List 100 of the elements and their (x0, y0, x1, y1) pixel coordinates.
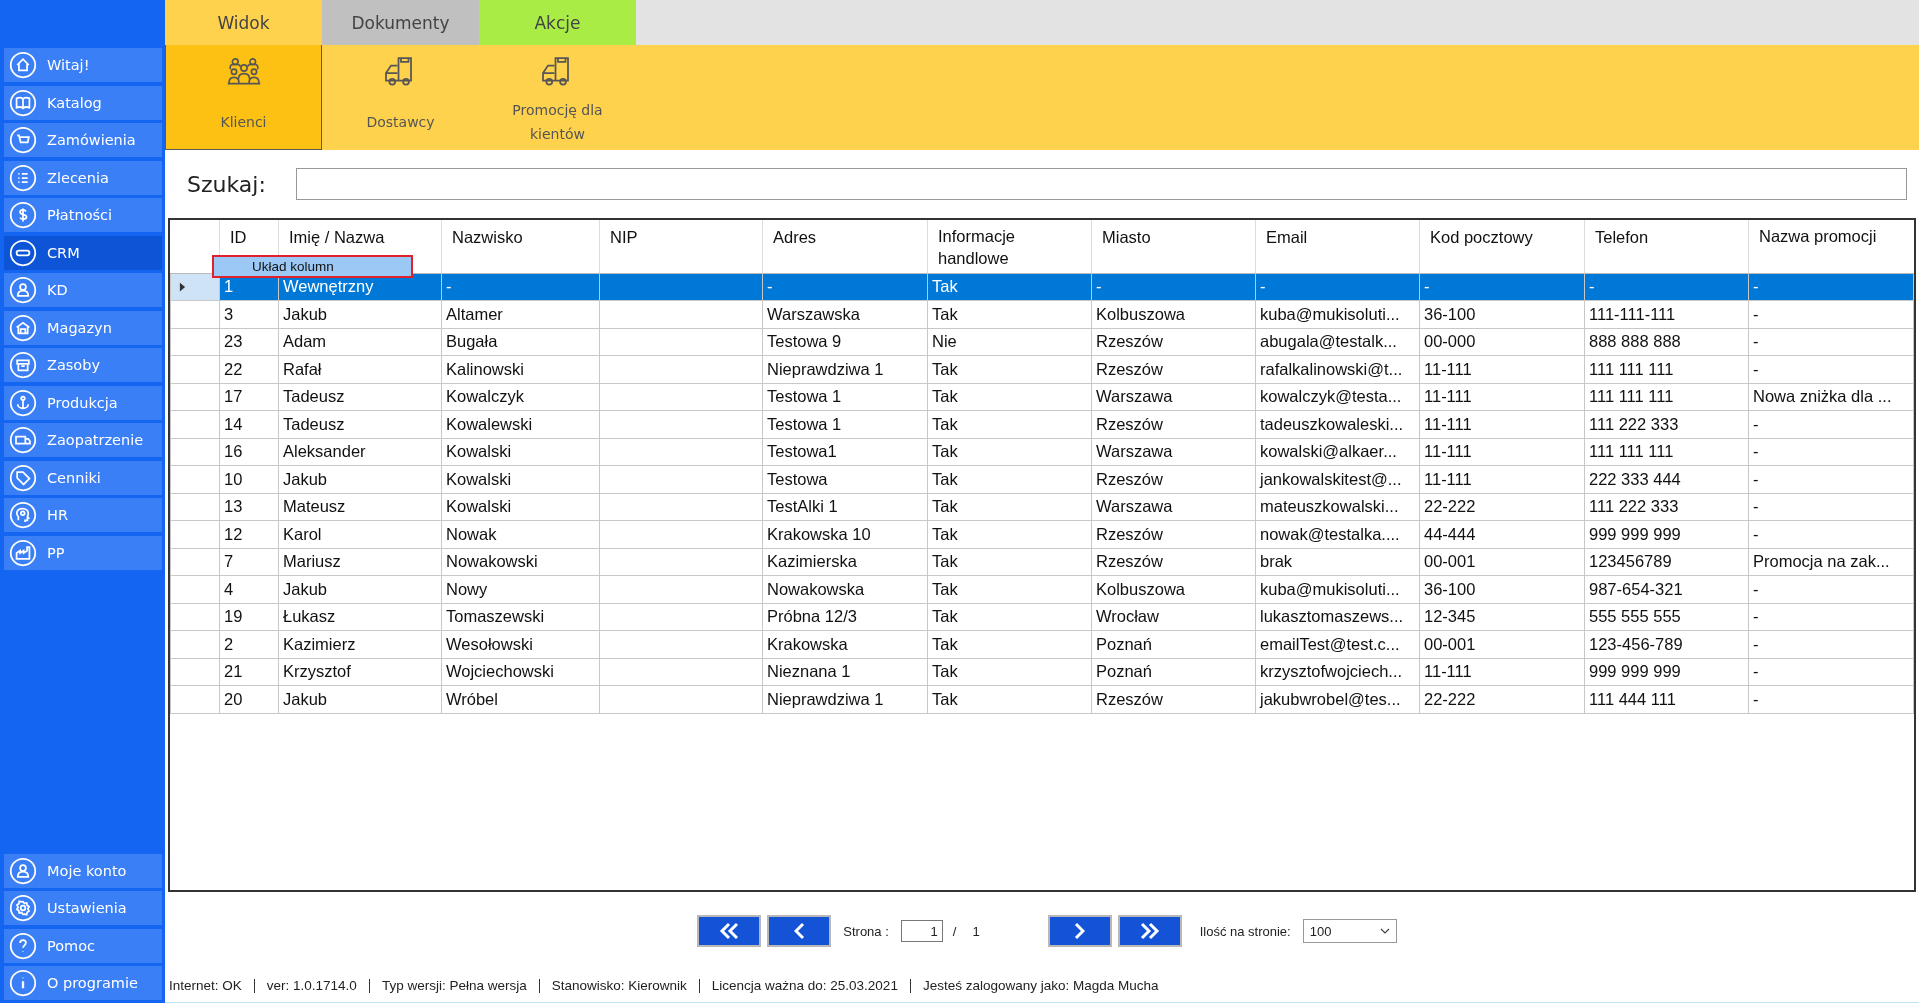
table-row[interactable]: 10 Jakub Kowalski Testowa Tak Rzeszów jankowalskitest@... 11-111 222 333 444 - (170, 465, 1914, 493)
sidebar-item[interactable]: KD (4, 273, 162, 307)
table-cell: 20 (219, 685, 279, 713)
table-cell: 21 (219, 658, 279, 686)
person-icon (9, 276, 37, 304)
table-row[interactable]: 20 Jakub Wróbel Nieprawdziwa 1 Tak Rzeszów jakubwrobel@tes... 22-222 111 444 111 - (170, 685, 1914, 713)
table-cell: TestAlki 1 (762, 493, 928, 521)
table-cell: - (1748, 300, 1914, 328)
column-header[interactable]: NIP (599, 220, 763, 273)
tab[interactable]: Widok (165, 0, 322, 45)
table-cell: Kowalski (441, 493, 600, 521)
sidebar-item[interactable]: Katalog (4, 85, 162, 120)
sidebar-item[interactable]: Witaj! (4, 48, 162, 82)
sidebar-item[interactable]: Zlecenia (4, 160, 162, 195)
table-row[interactable]: 2 Kazimierz Wesołowski Krakowska Tak Poznań emailTest@test.c... 00-001 123-456-789 - (170, 630, 1914, 658)
table-cell: - (441, 273, 600, 301)
tab[interactable]: Dokumenty (322, 0, 479, 45)
column-header[interactable]: Miasto (1091, 220, 1256, 273)
table-row[interactable]: 12 Karol Nowak Krakowska 10 Tak Rzeszów nowak@testalka.... 44-444 999 999 999 - (170, 520, 1914, 548)
sidebar-item[interactable]: Ustawienia (4, 891, 162, 925)
truck-icon (9, 426, 37, 454)
sidebar-item[interactable]: Zamówienia (4, 123, 162, 157)
table-cell: abugala@testalk... (1255, 328, 1420, 356)
table-cell: Rzeszów (1091, 410, 1256, 438)
table-cell: Tadeusz (278, 383, 442, 411)
previous-page-button[interactable] (767, 915, 832, 947)
column-header[interactable]: Kod pocztowy (1419, 220, 1585, 273)
sidebar-item[interactable]: Zasoby (4, 348, 162, 382)
sidebar-item[interactable]: Magazyn (4, 310, 162, 345)
table-row[interactable]: 13 Mateusz Kowalski TestAlki 1 Tak Warszawa mateuszkowalski... 22-222 111 222 333 - (170, 493, 1914, 521)
sidebar-item[interactable]: O programie (4, 966, 162, 1000)
table-row[interactable]: 19 Łukasz Tomaszewski Próbna 12/3 Tak Wrocław lukasztomaszews... 12-345 555 555 555 - (170, 603, 1914, 631)
factory-icon (9, 538, 37, 567)
page-field[interactable]: 1 (900, 920, 943, 942)
sidebar-item[interactable]: Zaopatrzenie (4, 423, 162, 457)
sidebar-item[interactable]: Pomoc (4, 928, 162, 963)
first-page-button[interactable] (697, 915, 762, 947)
sidebar-item[interactable]: Moje konto (4, 853, 162, 888)
column-header[interactable]: Telefon (1584, 220, 1749, 273)
table-cell: 10 (219, 465, 279, 493)
sidebar-item[interactable]: Produkcja (4, 385, 162, 420)
sidebar-item[interactable]: Płatności (4, 198, 162, 232)
table-cell: krzysztofwojciech... (1255, 658, 1420, 686)
tag-icon (9, 463, 37, 492)
table-cell: Tadeusz (278, 410, 442, 438)
table-cell: 555 555 555 (1584, 603, 1749, 631)
double-chevron-left-icon (719, 922, 740, 940)
column-header[interactable]: Email (1255, 220, 1420, 273)
column-header[interactable]: Adres (762, 220, 928, 273)
table-cell: Warszawa (1091, 383, 1256, 411)
ribbon-button[interactable]: Klienci (165, 45, 322, 150)
table-cell: - (1748, 630, 1914, 658)
table-row[interactable]: 22 Rafał Kalinowski Nieprawdziwa 1 Tak Rzeszów rafalkalinowski@t... 11-111 111 111 111 - (170, 355, 1914, 383)
table-cell: 22 (219, 355, 279, 383)
column-header[interactable]: Nazwisko (441, 220, 600, 273)
per-page-dropdown[interactable]: 100 (1302, 919, 1397, 943)
last-page-button[interactable] (1117, 915, 1182, 947)
table-cell: 12 (219, 520, 279, 548)
dollar-icon (9, 201, 37, 229)
table-row[interactable]: 23 Adam Bugała Testowa 9 Nie Rzeszów abugala@testalk... 00-000 888 888 888 - (170, 328, 1914, 356)
sidebar-item[interactable]: Cenniki (4, 460, 162, 495)
table-cell: Jakub (278, 685, 442, 713)
ribbon-button[interactable]: Promocję dla kientów (479, 45, 636, 150)
ribbon-button[interactable]: Dostawcy (322, 45, 479, 150)
table-cell: 999 999 999 (1584, 658, 1749, 686)
column-header[interactable]: Nazwa promocji (1748, 220, 1914, 273)
status-text: Licencja ważna do: 25.03.2021 (698, 979, 910, 993)
table-cell: Tak (927, 300, 1092, 328)
account-icon (9, 856, 37, 885)
table-row[interactable]: 4 Jakub Nowy Nowakowska Tak Kolbuszowa kuba@mukisoluti... 36-100 987-654-321 - (170, 575, 1914, 603)
table-cell: 4 (219, 575, 279, 603)
menu-item[interactable]: Układ kolumn (214, 257, 411, 276)
sidebar-item[interactable]: PP (4, 535, 162, 570)
table-cell: Tomaszewski (441, 603, 600, 631)
table-cell: Krzysztof (278, 658, 442, 686)
table-cell: 999 999 999 (1584, 520, 1749, 548)
table-row[interactable]: 17 Tadeusz Kowalczyk Testowa 1 Tak Warszawa kowalczyk@testa... 11-111 111 111 111 Nowa zniżka dla ... (170, 383, 1914, 411)
sidebar-item[interactable]: CRM (4, 235, 162, 270)
table-row[interactable]: 21 Krzysztof Wojciechowski Nieznana 1 Tak Poznań krzysztofwojciech... 11-111 999 999 999 - (170, 658, 1914, 686)
table-cell: - (762, 273, 928, 301)
table-cell: 987-654-321 (1584, 575, 1749, 603)
table-cell: Nowakowska (762, 575, 928, 603)
search-field[interactable] (295, 168, 1907, 200)
table-cell: Krakowska (762, 630, 928, 658)
table-cell: Poznań (1091, 658, 1256, 686)
tab[interactable]: Akcje (479, 0, 636, 45)
sidebar-item[interactable]: HR (4, 498, 162, 532)
table-row[interactable]: 3 Jakub Altamer Warszawska Tak Kolbuszowa kuba@mukisoluti... 36-100 111-111-111 - (170, 300, 1914, 328)
status-text: Internet: OK (169, 979, 243, 993)
table-row[interactable]: 1 Wewnętrzny - - Tak - - - - - (170, 273, 1914, 301)
table-cell: Nowy (441, 575, 600, 603)
table-cell: - (1748, 493, 1914, 521)
next-page-button[interactable] (1047, 915, 1112, 947)
table-row[interactable]: 14 Tadeusz Kowalewski Testowa 1 Tak Rzeszów tadeuszkowaleski... 11-111 111 222 333 - (170, 410, 1914, 438)
table-cell: - (1584, 273, 1749, 301)
settings-icon (9, 894, 37, 922)
column-header[interactable]: Informacje handlowe (927, 220, 1092, 273)
table-row[interactable]: 16 Aleksander Kowalski Testowa1 Tak Warszawa kowalski@alkaer... 11-111 111 111 111 - (170, 438, 1914, 466)
table-row[interactable]: 7 Mariusz Nowakowski Kazimierska Tak Rzeszów brak 00-001 123456789 Promocja na zak... (170, 548, 1914, 576)
table-cell: Rafał (278, 355, 442, 383)
